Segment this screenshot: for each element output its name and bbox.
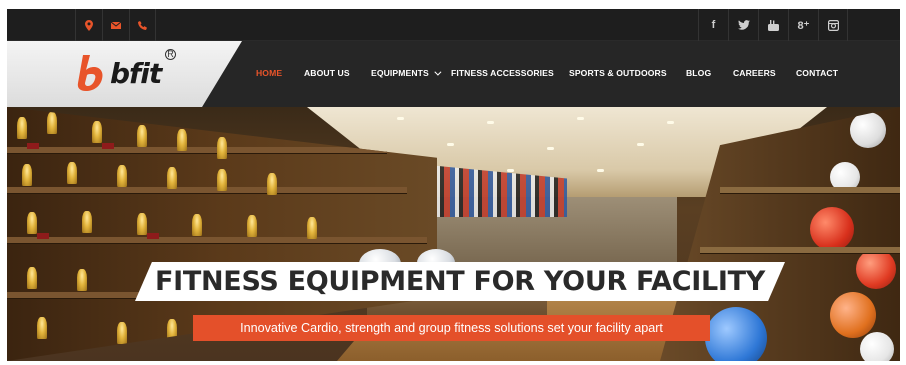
ceiling-light (577, 117, 584, 120)
trophy (37, 317, 47, 339)
ceiling-light (547, 147, 554, 150)
ceiling-light (667, 121, 674, 124)
trophy (47, 112, 57, 134)
ceiling-light (447, 143, 454, 146)
mail-icon[interactable] (102, 9, 129, 41)
main-navbar: bfit R HOME ABOUT US EQUIPMENTS FITNESS … (7, 41, 900, 107)
trophy (267, 173, 277, 195)
nav-item-fitness-accessories[interactable]: FITNESS ACCESSORIES (451, 68, 554, 78)
facebook-icon[interactable]: f (698, 9, 728, 41)
trophy-base (102, 143, 114, 149)
nav-item-home[interactable]: HOME (256, 68, 282, 78)
trophy (67, 162, 77, 184)
social-icons: f 8⁺ (698, 9, 848, 41)
shelf (700, 247, 900, 253)
trophy (247, 215, 257, 237)
instagram-icon[interactable] (818, 9, 848, 41)
red-ball (810, 207, 854, 251)
trophy (217, 137, 227, 159)
red-ball (856, 249, 896, 289)
trophy-base (147, 233, 159, 239)
shelf (7, 237, 427, 243)
ceiling-light (637, 143, 644, 146)
nav-item-blog[interactable]: BLOG (686, 68, 711, 78)
nav-item-equipments-label: EQUIPMENTS (371, 68, 429, 78)
trophy (17, 117, 27, 139)
ceiling-light (487, 121, 494, 124)
hero-headline: FITNESS EQUIPMENT FOR YOUR FACILITY (155, 266, 765, 297)
nav-item-sports-outdoors[interactable]: SPORTS & OUTDOORS (569, 68, 667, 78)
twitter-icon[interactable] (728, 9, 758, 41)
google-plus-glyph: 8⁺ (797, 19, 810, 32)
ceiling-light (507, 169, 514, 172)
facebook-glyph: f (711, 19, 716, 31)
phone-icon[interactable] (129, 9, 156, 41)
trophy (22, 164, 32, 186)
shelf (720, 187, 900, 193)
website-frame: f 8⁺ bfit R HOME ABOUT US EQUIPMENTS FIT… (7, 9, 900, 361)
shelf (7, 187, 407, 193)
hero-subheadline-banner: Innovative Cardio, strength and group fi… (193, 315, 710, 341)
contact-icons (75, 9, 156, 41)
trophy (82, 211, 92, 233)
trophy (217, 169, 227, 191)
ceiling-light (597, 169, 604, 172)
trophy-base (37, 233, 49, 239)
ceiling-light (397, 117, 404, 120)
blue-gym-ball (705, 307, 767, 361)
hero-banner: FITNESS EQUIPMENT FOR YOUR FACILITY Inno… (7, 107, 900, 361)
trophy (167, 319, 177, 341)
trophy (117, 165, 127, 187)
orange-ball (830, 292, 876, 338)
nav-item-about-us[interactable]: ABOUT US (304, 68, 350, 78)
location-icon[interactable] (75, 9, 102, 41)
trophy (307, 217, 317, 239)
hero-subheadline: Innovative Cardio, strength and group fi… (240, 321, 663, 335)
trophy (27, 267, 37, 289)
trophy (137, 125, 147, 147)
trophy (27, 212, 37, 234)
nav-item-contact[interactable]: CONTACT (796, 68, 838, 78)
trophy (77, 269, 87, 291)
trophy (177, 129, 187, 151)
nav-menu: HOME ABOUT US EQUIPMENTS FITNESS ACCESSO… (7, 41, 900, 107)
google-plus-icon[interactable]: 8⁺ (788, 9, 818, 41)
trophy (117, 322, 127, 344)
top-bar: f 8⁺ (7, 9, 900, 41)
chevron-down-icon (434, 68, 442, 76)
trophy (92, 121, 102, 143)
hero-headline-banner: FITNESS EQUIPMENT FOR YOUR FACILITY (135, 262, 785, 301)
nav-item-equipments[interactable]: EQUIPMENTS (371, 68, 442, 78)
white-ball (860, 332, 894, 361)
nav-item-careers[interactable]: CAREERS (733, 68, 776, 78)
shelf (7, 147, 387, 153)
trophy (137, 213, 147, 235)
trophy (167, 167, 177, 189)
trophy (192, 214, 202, 236)
football-ball (850, 112, 886, 148)
trophy-base (27, 143, 39, 149)
youtube-icon[interactable] (758, 9, 788, 41)
